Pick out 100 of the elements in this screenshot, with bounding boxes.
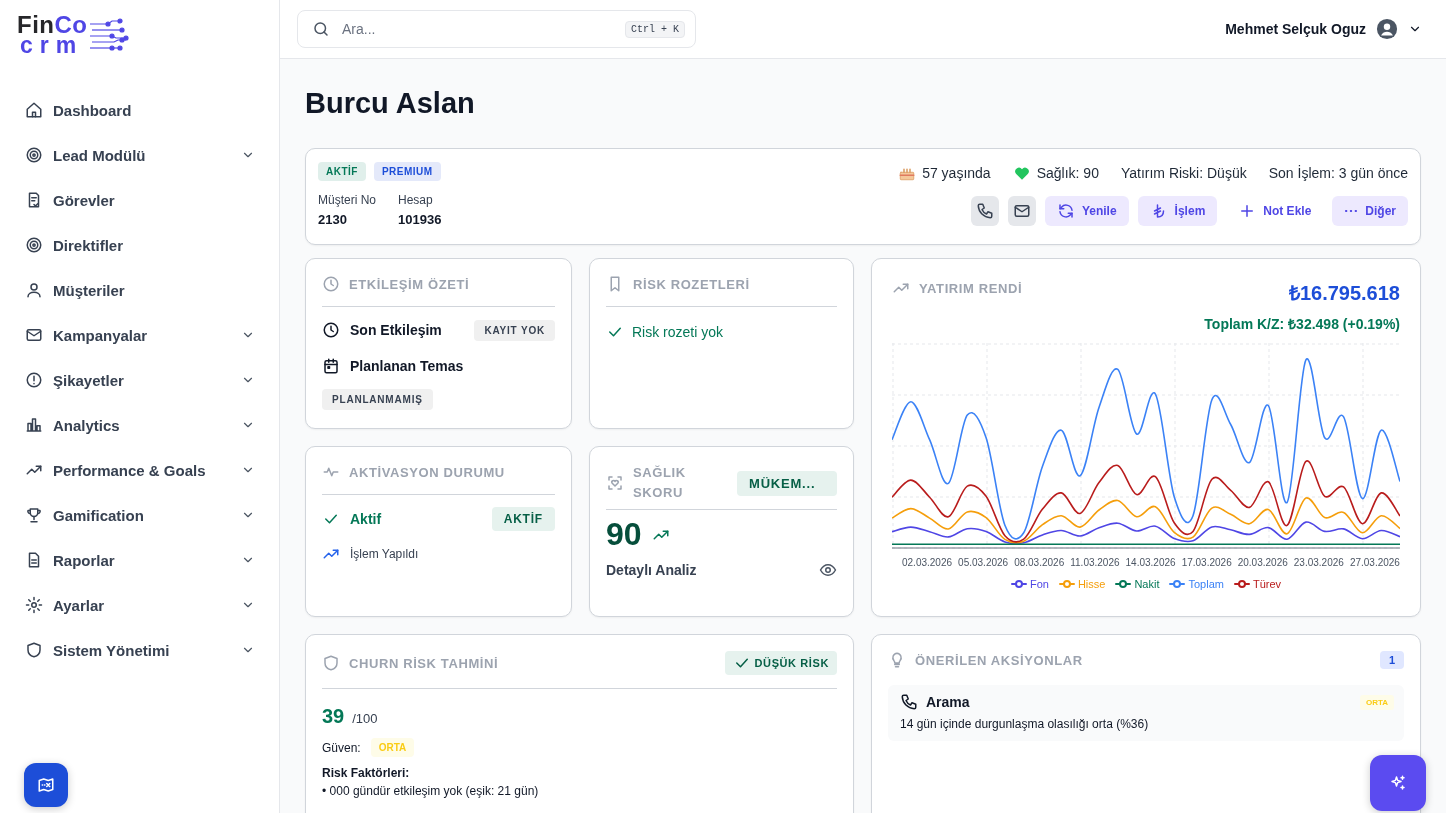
settings-icon [25, 596, 43, 614]
sidebar-item[interactable]: Direktifler [17, 225, 263, 265]
legend-label: Fon [1029, 578, 1049, 590]
map-button[interactable] [24, 763, 68, 807]
sidebar-item[interactable]: Şikayetler [17, 360, 263, 400]
axis-label: 05.03.2026 [958, 557, 1009, 568]
circuit-lines-drawing [89, 17, 130, 53]
user-name[interactable]: Mehmet Selçuk Oguz [1225, 21, 1366, 37]
stat-text: Sağlık: 90 [1036, 165, 1099, 181]
scan-heart-icon [606, 474, 624, 492]
card-title: ETKİLEŞİM ÖZETİ [349, 276, 470, 292]
sidebar-item[interactable]: Lead Modülü [17, 135, 263, 175]
action-button[interactable]: Not Ekle [1226, 196, 1324, 226]
logo: FinCo crm [17, 14, 88, 56]
more-icon [1344, 209, 1359, 213]
shield-icon [322, 654, 340, 672]
field-value: 101936 [398, 212, 442, 227]
action-button[interactable]: İşlem [1137, 196, 1218, 226]
suggestion-item[interactable]: Arama ORTA 14 gün içinde durgunlaşma olasılığı orta (%36) [888, 685, 1404, 741]
card-title: YATIRIM RENDİ [919, 280, 1023, 296]
axis-label: 02.03.2026 [902, 557, 953, 568]
search-field[interactable]: Ara... Ctrl + K [297, 10, 696, 48]
analysis-link[interactable]: Detaylı Analiz [606, 562, 697, 578]
card-title: RİSK ROZETLERİ [633, 276, 750, 292]
profit-text: Toplam K/Z: ₺32.498 (+0.19%) [1204, 315, 1400, 333]
sidebar-item[interactable]: Gamification [17, 495, 263, 535]
legend-label: Hisse [1077, 578, 1106, 590]
score-value: 39 [322, 705, 345, 728]
field-value: 2130 [318, 212, 348, 227]
home-icon [25, 101, 43, 119]
status-badge: KAYIT YOK [474, 319, 555, 341]
mail-button[interactable] [1007, 196, 1036, 226]
axis-label: 11.03.2026 [1070, 557, 1120, 568]
status-text: Risk rozeti yok [632, 324, 724, 340]
sparkle-icon [1389, 774, 1407, 792]
suggestion-title: Arama [926, 694, 971, 710]
calendar-icon [322, 357, 340, 375]
axis-label: 27.03.2026 [1349, 557, 1400, 568]
mail-icon [1012, 202, 1031, 220]
stat-text: Son İşlem: 3 gün önce [1268, 165, 1408, 181]
confidence-label: Güven: [322, 740, 361, 755]
sidebar-item[interactable]: Dashboard [17, 90, 263, 130]
alert-icon [25, 371, 43, 389]
status-badge: MÜKEM... [737, 470, 837, 496]
score-max: /100 [352, 711, 378, 726]
person-icon [25, 281, 43, 299]
total-value: ₺16.795.618 [1288, 281, 1400, 306]
score-value: 90 [606, 516, 642, 553]
status-badge: AKTİF [318, 162, 366, 181]
mail-icon [25, 326, 43, 344]
sidebar-item[interactable]: Raporlar [17, 540, 263, 580]
sidebar-item[interactable]: Sistem Yönetimi [17, 630, 263, 670]
map-icon [37, 776, 55, 794]
assistant-button[interactable] [1370, 755, 1426, 811]
axis-label: 14.03.2026 [1125, 557, 1176, 568]
legend-label: Türev [1252, 578, 1282, 590]
refresh-icon [1056, 202, 1075, 220]
shield-icon [25, 641, 43, 659]
sidebar-item[interactable]: Ayarlar [17, 585, 263, 625]
stat-text: Yatırım Riski: Düşük [1120, 165, 1247, 181]
status-badge: DÜŞÜK RİSK [724, 651, 837, 675]
sidebar-item[interactable]: Görevler [17, 180, 263, 220]
action-button[interactable]: Diğer [1332, 196, 1408, 226]
phone-icon [975, 202, 994, 220]
status-badge: PLANLANMAMIŞ [322, 389, 433, 410]
suggestion-text: 14 gün içinde durgunlaşma olasılığı orta (%36) [900, 717, 1150, 731]
field-label: Hesap [398, 193, 434, 207]
action-button[interactable]: Yenile [1044, 196, 1129, 226]
field-label: Müşteri No [318, 193, 376, 207]
legend-label: Nakit [1134, 578, 1160, 590]
status-text: Aktif [350, 511, 382, 527]
eye-icon [819, 561, 837, 579]
avatar-icon [1376, 18, 1398, 40]
status-badge: PREMIUM [373, 162, 441, 181]
factor-text: • 000 gündür etkileşim yok (eşik: 21 gün) [322, 784, 540, 798]
trophy-icon [25, 506, 43, 524]
priority-badge: ORTA [1359, 694, 1394, 710]
count-badge: 1 [1379, 651, 1404, 669]
shortcut-hint: Ctrl + K [625, 20, 685, 38]
clock-icon [322, 321, 340, 339]
section-title: Risk Faktörleri: [322, 766, 411, 780]
sidebar-item[interactable]: Kampanyalar [17, 315, 263, 355]
axis-label: 17.03.2026 [1181, 557, 1232, 568]
row-label: Son Etkileşim [350, 322, 443, 338]
sidebar-item[interactable]: Analytics [17, 405, 263, 445]
page-title: Burcu Aslan [305, 86, 476, 120]
target-icon [25, 236, 43, 254]
target-icon [25, 146, 43, 164]
level-badge: ORTA [370, 738, 415, 757]
row-label: Planlanan Temas [350, 358, 465, 374]
axis-label: 23.03.2026 [1293, 557, 1344, 568]
phone-button[interactable] [970, 196, 999, 226]
sidebar-item[interactable]: Performance & Goals [17, 450, 263, 490]
phone-icon [900, 693, 918, 711]
card-title: SAĞLIK SKORU [633, 464, 687, 502]
sidebar-item[interactable]: Müşteriler [17, 270, 263, 310]
bar-chart-icon [25, 416, 43, 434]
note-text: İşlem Yapıldı [350, 547, 419, 561]
card-title: CHURN RİSK TAHMİNİ [349, 655, 499, 671]
legend-label: Toplam [1188, 578, 1224, 590]
